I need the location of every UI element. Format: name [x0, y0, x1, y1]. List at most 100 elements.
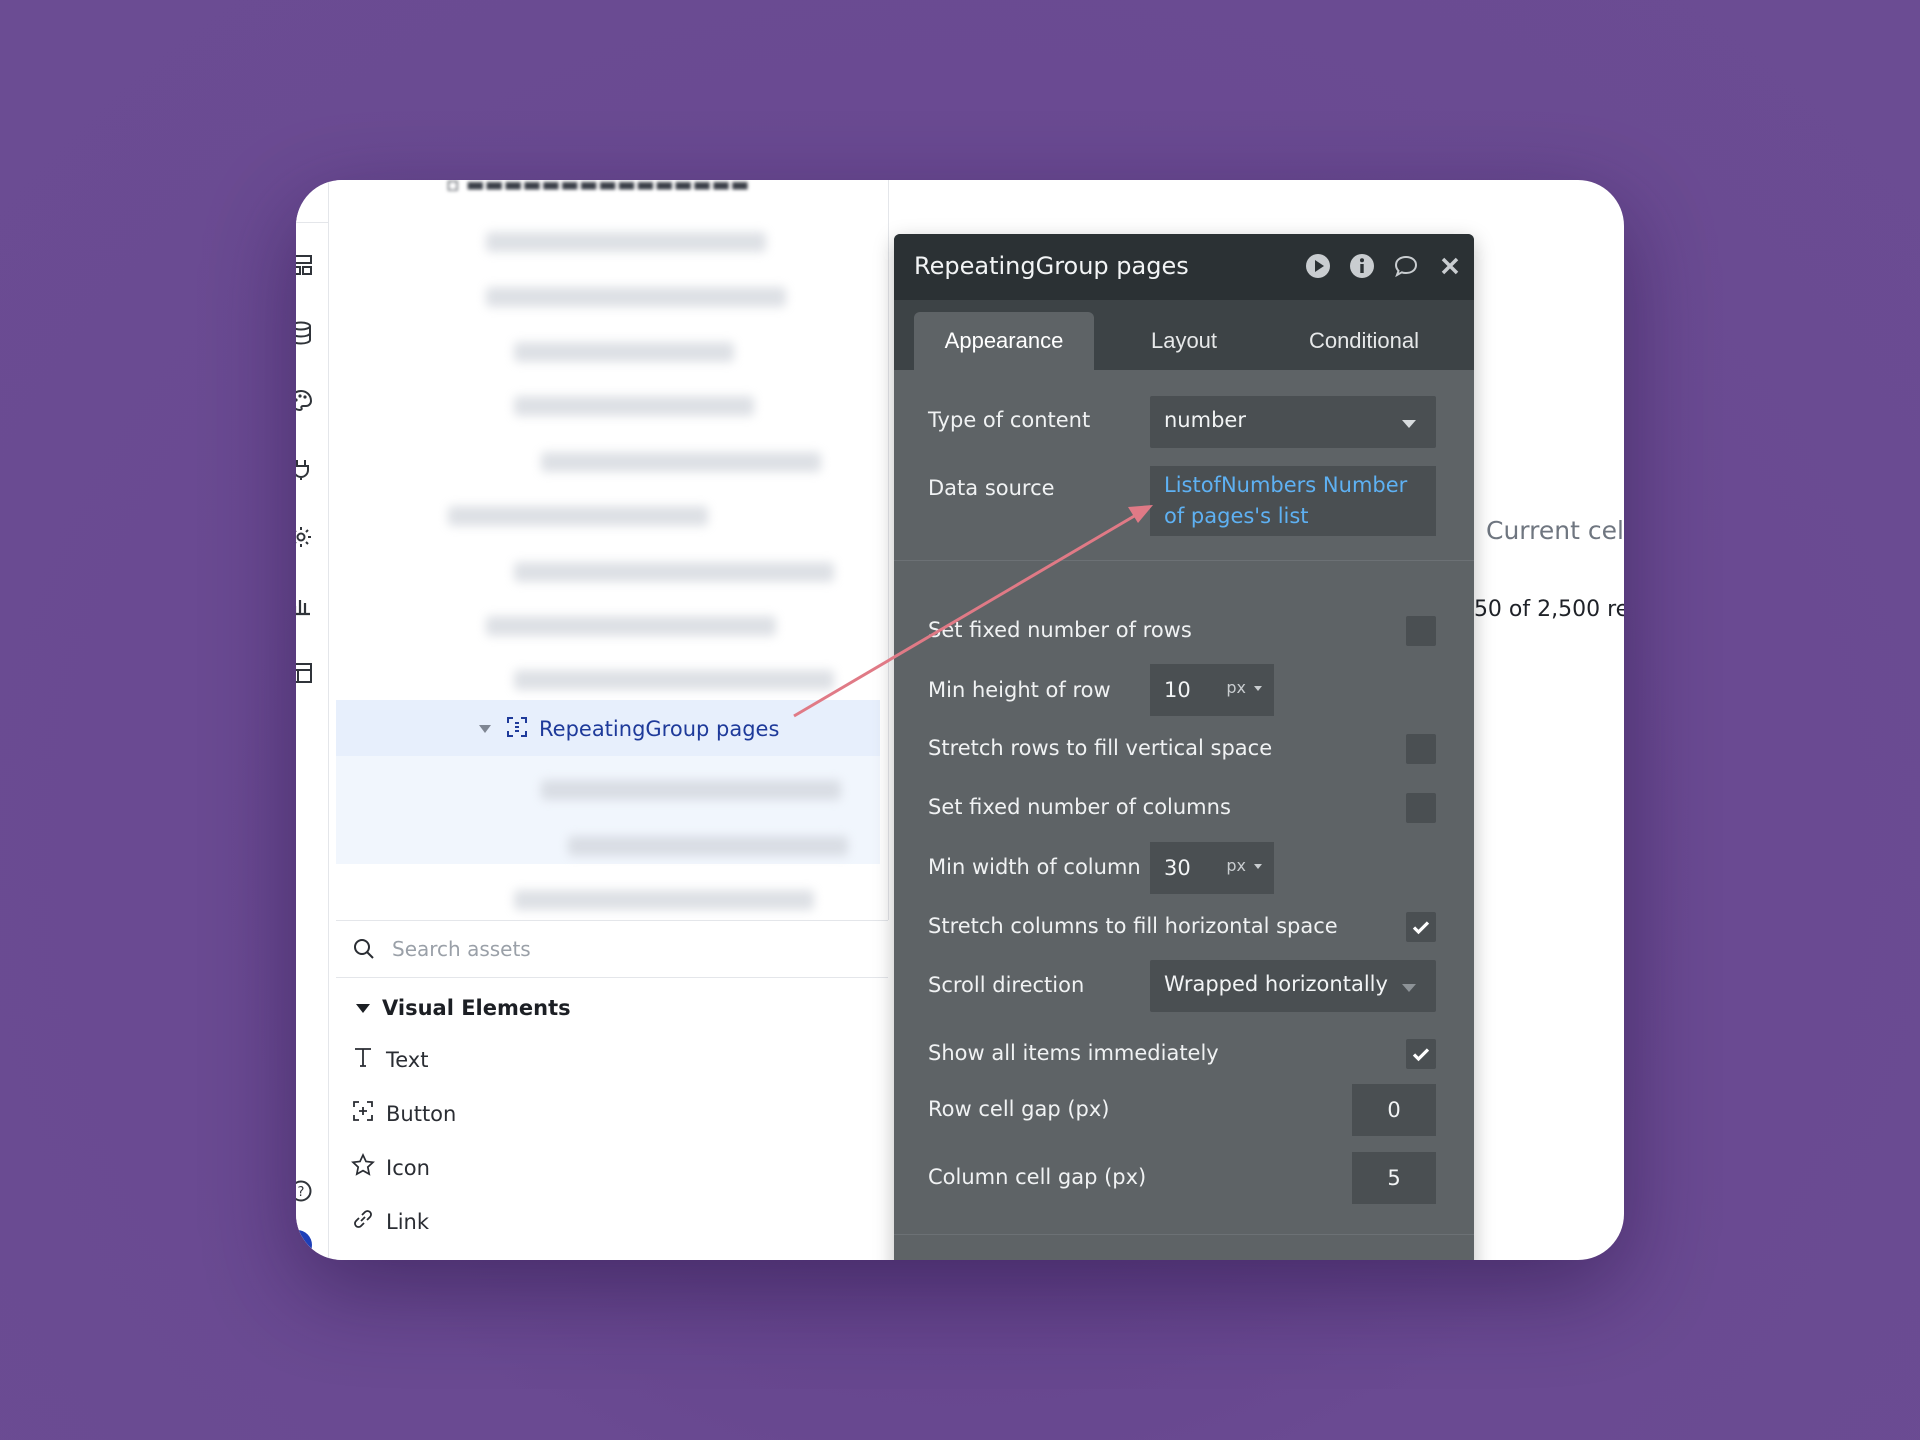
min-height-row-label: Min height of row [928, 678, 1111, 702]
input-value: 30 [1164, 856, 1191, 880]
icon-rail: ? [296, 180, 329, 1260]
stretch-rows-label: Stretch rows to fill vertical space [928, 736, 1273, 760]
type-of-content-label: Type of content [928, 408, 1091, 432]
stretch-columns-checkbox[interactable] [1406, 912, 1436, 942]
scroll-direction-dropdown[interactable]: Wrapped horizontally [1150, 960, 1436, 1012]
data-tab-icon[interactable] [296, 320, 314, 346]
tree-item-label: RepeatingGroup pages [539, 717, 780, 741]
canvas-results-text[interactable]: -50 of 2,500 re [1466, 597, 1624, 622]
tree-row-blurred[interactable] [486, 616, 776, 636]
section-divider [894, 560, 1474, 561]
scroll-direction-label: Scroll direction [928, 973, 1085, 997]
search-assets-input[interactable] [390, 929, 854, 969]
tree-row-blurred[interactable] [541, 452, 821, 472]
star-icon [350, 1152, 376, 1183]
repeating-group-icon [505, 715, 529, 744]
column-gap-label: Column cell gap (px) [928, 1165, 1147, 1189]
show-all-items-checkbox[interactable] [1406, 1039, 1436, 1069]
comment-icon[interactable] [1392, 252, 1420, 280]
design-tab-icon[interactable] [296, 252, 314, 278]
logs-tab-icon[interactable] [296, 592, 314, 618]
data-source-expression[interactable]: ListofNumbers Number of pages's list [1150, 466, 1436, 536]
settings-tab-icon[interactable] [296, 524, 314, 550]
row-gap-input[interactable]: 0 [1352, 1084, 1436, 1136]
fixed-rows-checkbox[interactable] [1406, 616, 1436, 646]
svg-text:?: ? [298, 1185, 305, 1200]
app-window: ? ▫ ▬▬▬▬▬▬▬▬▬▬▬▬▬▬▬ RepeatingGroup pages [296, 180, 1624, 1260]
editor-header: RepeatingGroup pages [894, 234, 1474, 300]
asset-item-link[interactable]: Link [350, 1206, 429, 1237]
tree-row-blurred[interactable] [486, 232, 766, 252]
row-gap-label: Row cell gap (px) [928, 1097, 1110, 1121]
tree-item-repeatinggroup-pages[interactable]: RepeatingGroup pages [479, 714, 779, 744]
plugins-tab-icon[interactable] [296, 456, 314, 482]
styles-tab-icon[interactable] [296, 388, 314, 414]
asset-search [336, 920, 888, 978]
asset-item-text[interactable]: Text [350, 1044, 428, 1075]
unit-caret-icon[interactable] [1254, 686, 1262, 691]
tree-partial-row: ▫ ▬▬▬▬▬▬▬▬▬▬▬▬▬▬▬ [446, 180, 750, 196]
tab-layout[interactable]: Layout [1094, 312, 1274, 370]
tree-row-blurred[interactable] [541, 780, 841, 800]
unit-label: px [1226, 678, 1246, 697]
stretch-columns-label: Stretch columns to fill horizontal space [928, 914, 1338, 938]
close-icon[interactable] [1436, 252, 1464, 280]
checkmark-icon [1412, 1048, 1430, 1062]
unit-label: px [1226, 856, 1246, 875]
asset-item-icon[interactable]: Icon [350, 1152, 430, 1183]
stretch-rows-checkbox[interactable] [1406, 734, 1436, 764]
checkmark-icon [1412, 921, 1430, 935]
element-tree: ▫ ▬▬▬▬▬▬▬▬▬▬▬▬▬▬▬ RepeatingGroup pages [336, 180, 889, 920]
templates-tab-icon[interactable] [296, 660, 314, 686]
visual-elements-section[interactable]: Visual Elements [356, 996, 571, 1020]
expand-caret-icon[interactable] [479, 725, 491, 733]
tree-row-blurred[interactable] [514, 670, 834, 690]
rail-divider [296, 222, 328, 223]
asset-item-button[interactable]: Button [350, 1098, 456, 1129]
tree-row-blurred[interactable] [514, 396, 754, 416]
section-divider [894, 1234, 1474, 1235]
user-avatar[interactable] [296, 1230, 312, 1260]
tree-row-blurred[interactable] [486, 287, 786, 307]
tree-row-blurred[interactable] [514, 890, 814, 910]
dropdown-value: number [1164, 408, 1246, 432]
min-height-row-input[interactable]: 10 px [1150, 664, 1274, 716]
input-value: 10 [1164, 678, 1191, 702]
tab-conditional[interactable]: Conditional [1274, 312, 1454, 370]
asset-label: Icon [386, 1155, 430, 1180]
tree-row-blurred[interactable] [514, 342, 734, 362]
tree-row-blurred[interactable] [448, 506, 708, 526]
tree-row-blurred[interactable] [514, 562, 834, 582]
tab-appearance[interactable]: Appearance [914, 312, 1094, 370]
collapse-caret-icon [356, 1003, 370, 1013]
show-all-items-label: Show all items immediately [928, 1041, 1219, 1065]
help-icon[interactable]: ? [296, 1178, 314, 1204]
preview-play-icon[interactable] [1304, 252, 1332, 280]
asset-label: Link [386, 1209, 430, 1234]
link-icon [350, 1206, 376, 1237]
data-source-label: Data source [928, 476, 1055, 500]
column-gap-input[interactable]: 5 [1352, 1152, 1436, 1204]
canvas-current-cell-text[interactable]: Current cell [1486, 516, 1624, 545]
editor-title: RepeatingGroup pages [914, 252, 1189, 280]
tree-row-blurred[interactable] [568, 836, 848, 856]
dropdown-value: Wrapped horizontally [1164, 972, 1388, 996]
asset-label: Text [386, 1047, 429, 1072]
unit-caret-icon[interactable] [1254, 864, 1262, 869]
text-icon [350, 1044, 376, 1075]
editor-tabs: Appearance Layout Conditional [894, 300, 1474, 370]
chevron-down-icon [1402, 420, 1416, 428]
info-icon[interactable] [1348, 252, 1376, 280]
fixed-columns-checkbox[interactable] [1406, 793, 1436, 823]
type-of-content-dropdown[interactable]: number [1150, 396, 1436, 448]
section-label: Visual Elements [382, 996, 571, 1020]
fixed-columns-label: Set fixed number of columns [928, 795, 1231, 819]
property-editor: RepeatingGroup pages Appearance Layout C… [894, 234, 1474, 1260]
chevron-down-icon [1402, 984, 1416, 992]
assets-panel: Visual Elements Text Button Icon Link [336, 978, 888, 1260]
button-icon [350, 1098, 376, 1129]
min-width-column-label: Min width of column [928, 855, 1141, 879]
fixed-rows-label: Set fixed number of rows [928, 618, 1192, 642]
min-width-column-input[interactable]: 30 px [1150, 842, 1274, 894]
asset-label: Button [386, 1101, 457, 1126]
